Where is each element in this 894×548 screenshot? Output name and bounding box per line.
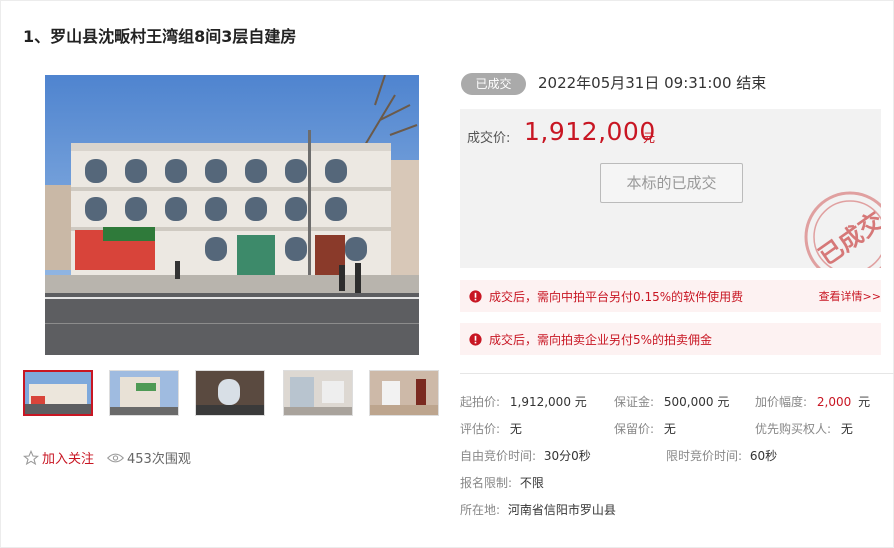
location: 所在地: 河南省信阳市罗山县: [460, 503, 616, 517]
bid-increment: 加价幅度: 2,000 元: [755, 395, 871, 409]
view-count: 453次围观: [107, 448, 191, 467]
divider: [460, 373, 894, 374]
page-title: 1、罗山县沈畈村王湾组8间3层自建房: [23, 27, 297, 46]
view-count-label: 453次围观: [127, 452, 191, 467]
sold-stamp-icon: 已成交: [804, 191, 881, 268]
warning-icon: [469, 289, 482, 303]
stamp-text: 已成交: [814, 207, 881, 268]
free-bid-time: 自由竞价时间: 30分0秒: [460, 449, 591, 463]
view-details-link[interactable]: 查看详情>>: [819, 288, 881, 304]
deal-price-unit: 元: [643, 131, 656, 145]
main-property-photo[interactable]: [45, 75, 419, 355]
notice-software-fee: 成交后，需向中拍平台另付0.15%的软件使用费 查看详情>>: [460, 280, 881, 312]
auction-end-time: 2022年05月31日 09:31:00 结束: [538, 74, 767, 92]
thumbnail-4[interactable]: [283, 370, 353, 416]
warning-icon: [469, 332, 482, 346]
start-price: 起拍价: 1,912,000 元: [460, 395, 587, 409]
deposit: 保证金: 500,000 元: [614, 395, 730, 409]
follow-button[interactable]: 加入关注: [23, 448, 94, 467]
thumbnail-3[interactable]: [195, 370, 265, 416]
thumbnail-1[interactable]: [23, 370, 93, 416]
priority-buyer: 优先购买权人: 无: [755, 422, 853, 436]
auction-card: 1、罗山县沈畈村王湾组8间3层自建房 加入关注 453次围观 已成交 2022年…: [0, 0, 894, 548]
eye-icon: [107, 453, 124, 462]
appraised-price: 评估价: 无: [460, 422, 522, 436]
deal-price-label: 成交价:: [467, 131, 511, 146]
thumbnail-2[interactable]: [109, 370, 179, 416]
thumbnail-5[interactable]: [369, 370, 439, 416]
reserve-price: 保留价: 无: [614, 422, 676, 436]
notice-commission: 成交后，需向拍卖企业另付5%的拍卖佣金: [460, 323, 881, 355]
follow-label: 加入关注: [42, 452, 95, 467]
deal-price-value: 1,912,000: [524, 117, 656, 146]
limit-bid-time: 限时竞价时间: 60秒: [666, 449, 778, 463]
notice-text: 成交后，需向中拍平台另付0.15%的软件使用费: [489, 289, 744, 304]
price-panel: 成交价: 1,912,000 元 本标的已成交 已成交: [460, 109, 881, 268]
status-badge: 已成交: [461, 73, 526, 95]
sold-button[interactable]: 本标的已成交: [600, 163, 743, 203]
notice-text: 成交后，需向拍卖企业另付5%的拍卖佣金: [489, 332, 713, 347]
star-icon: [23, 449, 39, 465]
signup-restriction: 报名限制: 不限: [460, 476, 544, 490]
